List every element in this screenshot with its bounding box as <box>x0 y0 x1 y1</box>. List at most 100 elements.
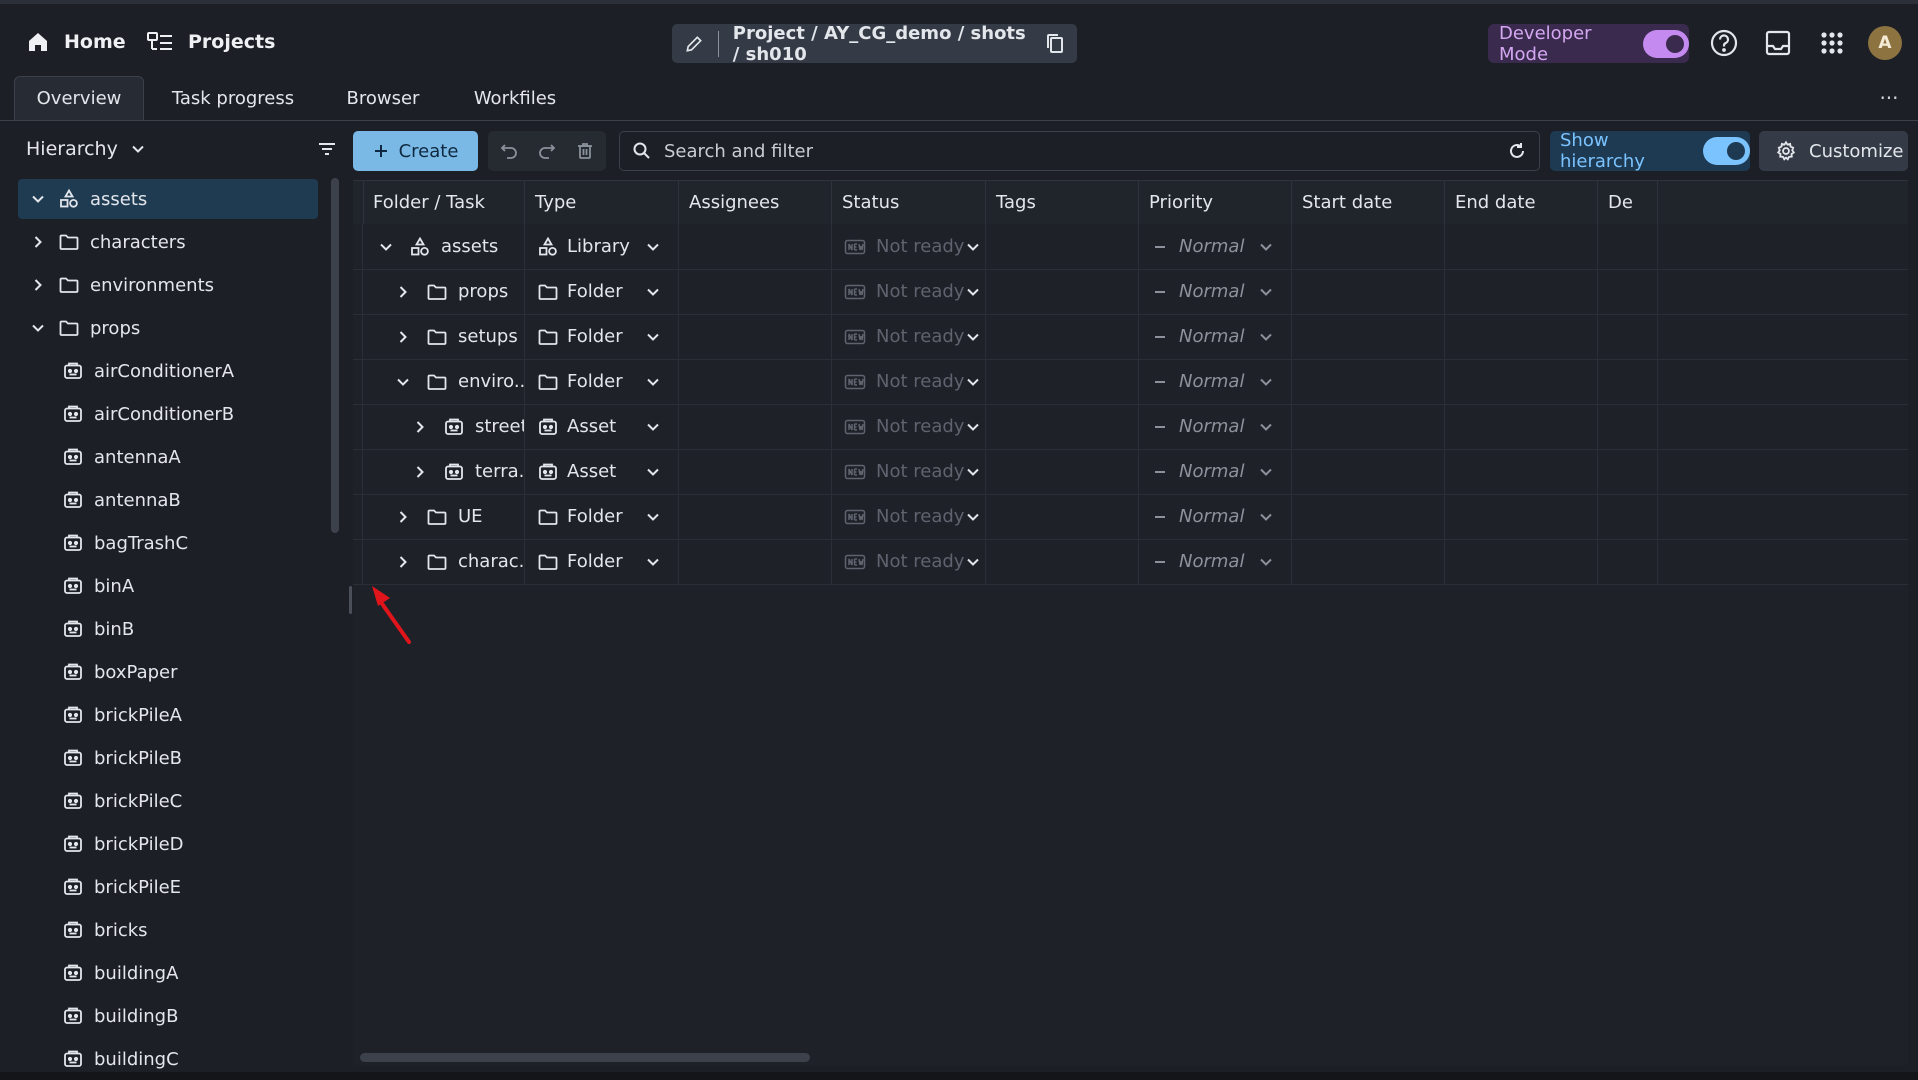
cell-status[interactable]: Not ready <box>832 539 986 584</box>
chevron-down-icon[interactable] <box>644 373 662 391</box>
tree-item-binb[interactable]: binB <box>18 609 318 649</box>
cell-status[interactable]: Not ready <box>832 314 986 359</box>
chevron-down-icon[interactable] <box>377 238 395 256</box>
column-header-start-date[interactable]: Start date <box>1292 181 1445 224</box>
table-row[interactable]: setups Folder Not ready Normal <box>353 314 1908 360</box>
cell-start-date[interactable] <box>1292 404 1445 449</box>
column-header-end-date[interactable]: End date <box>1445 181 1598 224</box>
cell-start-date[interactable] <box>1292 449 1445 494</box>
tree-item-boxpaper[interactable]: boxPaper <box>18 652 318 692</box>
chevron-down-icon[interactable] <box>1257 463 1275 481</box>
tree-item-bagtrashc[interactable]: bagTrashC <box>18 523 318 563</box>
cell-description[interactable] <box>1598 449 1658 494</box>
cell-start-date[interactable] <box>1292 539 1445 584</box>
tree-item-brickpilea[interactable]: brickPileA <box>18 695 318 735</box>
cell-description[interactable] <box>1598 224 1658 269</box>
tree-item-buildingc[interactable]: buildingC <box>18 1039 318 1072</box>
cell-folder-task[interactable]: props <box>363 269 525 314</box>
cell-tags[interactable] <box>986 404 1139 449</box>
chevron-down-icon[interactable] <box>1257 553 1275 571</box>
cell-type[interactable]: Folder <box>525 314 679 359</box>
copy-icon[interactable] <box>1045 33 1065 55</box>
cell-type[interactable]: Folder <box>525 539 679 584</box>
cell-assignees[interactable] <box>679 449 832 494</box>
tab-task-progress[interactable]: Task progress <box>160 76 306 120</box>
chevron-down-icon[interactable] <box>644 238 662 256</box>
cell-description[interactable] <box>1598 539 1658 584</box>
cell-status[interactable]: Not ready <box>832 359 986 404</box>
column-header-tags[interactable]: Tags <box>986 181 1139 224</box>
developer-mode-switch[interactable] <box>1643 29 1689 58</box>
cell-start-date[interactable] <box>1292 494 1445 539</box>
cell-assignees[interactable] <box>679 404 832 449</box>
column-header-de[interactable]: De <box>1598 181 1658 224</box>
chevron-down-icon[interactable] <box>28 318 48 338</box>
inbox-icon[interactable] <box>1761 26 1795 60</box>
tab-browser[interactable]: Browser <box>330 76 436 120</box>
cell-type[interactable]: Folder <box>525 494 679 539</box>
chevron-down-icon[interactable] <box>644 508 662 526</box>
chevron-down-icon[interactable] <box>28 189 48 209</box>
cell-start-date[interactable] <box>1292 224 1445 269</box>
table-row[interactable]: terra... Asset Not ready Normal <box>353 449 1908 495</box>
customize-button[interactable]: Customize <box>1759 131 1908 171</box>
column-header-status[interactable]: Status <box>832 181 986 224</box>
cell-priority[interactable]: Normal <box>1139 539 1292 584</box>
tree-item-bina[interactable]: binA <box>18 566 318 606</box>
cell-folder-task[interactable]: terra... <box>363 449 525 494</box>
chevron-right-icon[interactable] <box>411 463 429 481</box>
tree-item-brickpiled[interactable]: brickPileD <box>18 824 318 864</box>
cell-start-date[interactable] <box>1292 314 1445 359</box>
tree-item-props[interactable]: props <box>18 308 318 348</box>
cell-assignees[interactable] <box>679 494 832 539</box>
show-hierarchy-switch[interactable] <box>1703 137 1750 165</box>
cell-start-date[interactable] <box>1292 359 1445 404</box>
chevron-right-icon[interactable] <box>28 275 48 295</box>
cell-end-date[interactable] <box>1445 404 1598 449</box>
grid-horizontal-scrollbar[interactable] <box>360 1053 810 1062</box>
create-button[interactable]: Create <box>353 131 478 171</box>
cell-description[interactable] <box>1598 404 1658 449</box>
chevron-right-icon[interactable] <box>28 232 48 252</box>
breadcrumb[interactable]: Project / AY_CG_demo / shots / sh010 <box>672 23 1077 65</box>
tree-item-airconditionera[interactable]: airConditionerA <box>18 351 318 391</box>
cell-priority[interactable]: Normal <box>1139 404 1292 449</box>
tree-item-antennaa[interactable]: antennaA <box>18 437 318 477</box>
tree-item-brickpilec[interactable]: brickPileC <box>18 781 318 821</box>
chevron-down-icon[interactable] <box>1257 238 1275 256</box>
cell-priority[interactable]: Normal <box>1139 224 1292 269</box>
cell-end-date[interactable] <box>1445 224 1598 269</box>
panel-resize-handle[interactable] <box>349 586 352 614</box>
tree-item-buildingb[interactable]: buildingB <box>18 996 318 1036</box>
tab-workfiles[interactable]: Workfiles <box>460 76 570 120</box>
table-row[interactable]: assets Library Not ready Normal <box>353 224 1908 270</box>
cell-folder-task[interactable]: enviro... <box>363 359 525 404</box>
cell-description[interactable] <box>1598 314 1658 359</box>
table-row[interactable]: enviro... Folder Not ready Normal <box>353 359 1908 405</box>
help-icon[interactable] <box>1707 26 1741 60</box>
more-options-icon[interactable]: ··· <box>1872 76 1906 120</box>
chevron-right-icon[interactable] <box>394 508 412 526</box>
trash-icon[interactable] <box>566 131 604 171</box>
chevron-down-icon[interactable] <box>1257 508 1275 526</box>
filter-icon[interactable] <box>317 139 337 159</box>
column-header-type[interactable]: Type <box>525 181 679 224</box>
chevron-down-icon[interactable] <box>394 373 412 391</box>
cell-folder-task[interactable]: assets <box>363 224 525 269</box>
cell-tags[interactable] <box>986 539 1139 584</box>
redo-icon[interactable] <box>528 131 566 171</box>
column-header-priority[interactable]: Priority <box>1139 181 1292 224</box>
chevron-right-icon[interactable] <box>394 328 412 346</box>
tree-item-airconditionerb[interactable]: airConditionerB <box>18 394 318 434</box>
chevron-down-icon[interactable] <box>964 553 982 571</box>
chevron-down-icon[interactable] <box>644 463 662 481</box>
cell-status[interactable]: Not ready <box>832 494 986 539</box>
cell-tags[interactable] <box>986 494 1139 539</box>
tree-item-buildinga[interactable]: buildingA <box>18 953 318 993</box>
tree-item-brickpilee[interactable]: brickPileE <box>18 867 318 907</box>
cell-end-date[interactable] <box>1445 449 1598 494</box>
tree-scrollbar[interactable] <box>331 178 339 533</box>
user-avatar[interactable]: A <box>1868 26 1902 60</box>
table-row[interactable]: charac... Folder Not ready Normal <box>353 539 1908 585</box>
chevron-down-icon[interactable] <box>964 508 982 526</box>
